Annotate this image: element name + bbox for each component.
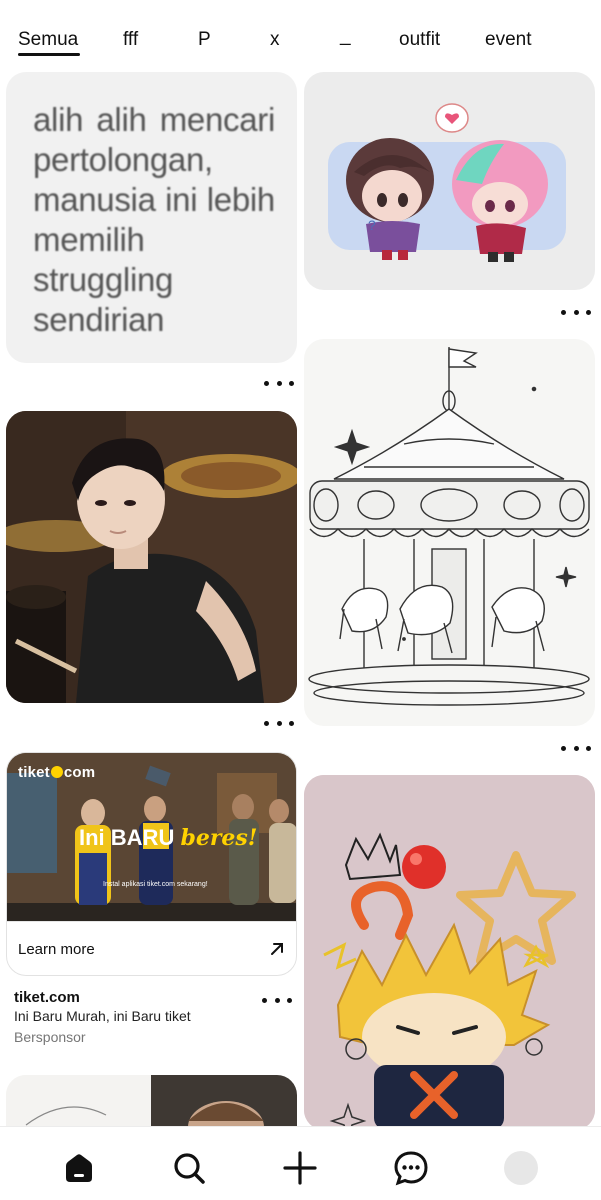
svg-text:?: ? (368, 217, 376, 233)
pin-quote-card[interactable]: alih alih mencari pertolongan, manusia i… (6, 72, 297, 363)
pin-more-button[interactable] (264, 378, 294, 388)
ad-video-headline: Ini BARU beres! (79, 825, 258, 851)
ad-title[interactable]: tiket.com (14, 989, 80, 1006)
profile-avatar (504, 1151, 538, 1185)
ad-sponsored-label: Bersponsor (14, 1029, 86, 1045)
nav-profile[interactable] (502, 1149, 540, 1187)
nav-home[interactable] (60, 1149, 98, 1187)
pin-photo-man[interactable] (6, 411, 297, 703)
create-icon (283, 1151, 317, 1185)
home-icon (66, 1154, 92, 1182)
nav-create[interactable] (281, 1149, 319, 1187)
tab-underscore[interactable]: _ (340, 24, 351, 48)
tab-event[interactable]: event (485, 28, 531, 52)
pin-more-button[interactable] (561, 743, 591, 753)
chibi-illustration-icon: ? (328, 103, 566, 262)
pin-carousel-sketch[interactable] (304, 339, 595, 726)
ad-description: Ini Baru Murah, ini Baru tiket (14, 1008, 191, 1024)
tab-p[interactable]: P (198, 28, 211, 52)
pin-more-button[interactable] (561, 307, 591, 317)
pin-quote-text: alih alih mencari pertolongan, manusia i… (33, 101, 275, 338)
messages-icon (394, 1151, 428, 1186)
photo-man-drums-icon (6, 411, 297, 703)
pin-keychain-photo[interactable] (304, 775, 595, 1130)
tab-outfit[interactable]: outfit (399, 28, 440, 52)
ad-video[interactable]: tiket com Ini BARU beres! Instal aplikasi… (7, 753, 296, 921)
active-tab-indicator (18, 53, 80, 56)
nav-messages[interactable] (392, 1149, 430, 1187)
tab-x[interactable]: x (270, 28, 280, 52)
bottom-navigation (0, 1126, 601, 1200)
keychain-photo-icon (304, 775, 595, 1130)
search-icon (174, 1153, 205, 1184)
sponsored-ad-card[interactable]: tiket com Ini BARU beres! Instal aplikasi… (6, 752, 297, 976)
ad-more-button[interactable] (262, 995, 292, 1005)
ad-brand-logo: tiket com (18, 764, 96, 781)
carousel-sketch-icon (308, 347, 590, 706)
learn-more-label: Learn more (18, 941, 95, 958)
ad-video-subline: Instal aplikasi tiket.com sekarang! (103, 881, 208, 888)
learn-more-button[interactable]: Learn more (7, 921, 296, 975)
pin-chibi-illustration[interactable]: ? (304, 72, 595, 290)
pin-more-button[interactable] (264, 718, 294, 728)
nav-search[interactable] (170, 1149, 208, 1187)
tab-semua[interactable]: Semua (18, 28, 78, 52)
board-tabs: Semua fff P x _ outfit event (0, 0, 601, 66)
external-link-arrow-icon (271, 943, 283, 955)
tab-fff[interactable]: fff (123, 28, 138, 52)
